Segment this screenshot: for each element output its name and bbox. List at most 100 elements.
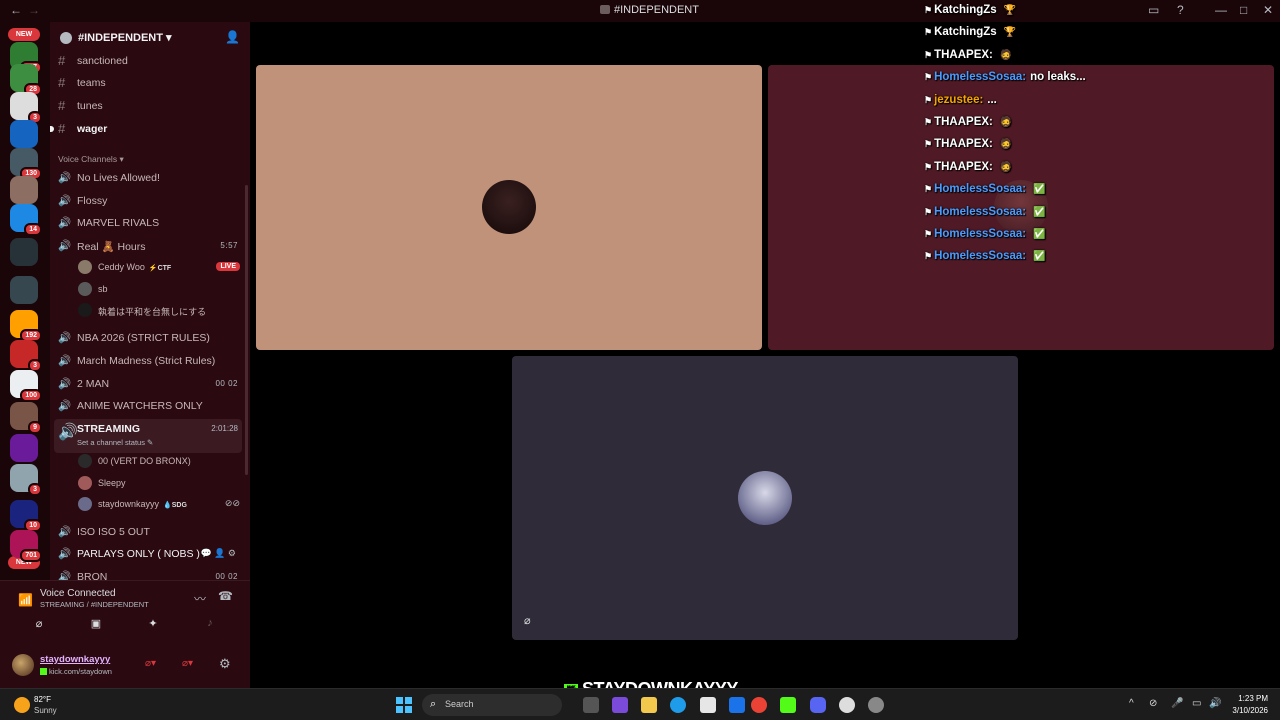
channel-teams[interactable]: # teams — [54, 73, 242, 93]
guild-header[interactable]: #INDEPENDENT ▾ 👤 — [50, 22, 250, 54]
chat-username[interactable]: HomelessSosaa: — [934, 71, 1026, 83]
voice-user[interactable]: Ceddy Woo ⚡CTF LIVE — [78, 257, 246, 277]
store-icon[interactable] — [700, 697, 716, 713]
gear-icon[interactable]: ⚙ — [219, 656, 231, 672]
maximize-icon[interactable]: □ — [1240, 3, 1247, 17]
chat-username[interactable]: HomelessSosaa: — [934, 250, 1026, 262]
channel-actions-icon[interactable]: 💬 👤 ⚙ — [201, 548, 236, 559]
channel-scrollbar[interactable] — [245, 185, 248, 475]
channel-wager[interactable]: # wager — [50, 119, 242, 139]
edge-icon[interactable] — [670, 697, 686, 713]
server-icon[interactable]: 130 — [10, 148, 42, 180]
avatar[interactable] — [12, 654, 34, 676]
server-icon[interactable]: 3 — [10, 464, 42, 496]
voice-channel[interactable]: 🔊 2 MAN 00 02 — [54, 374, 242, 394]
voice-user[interactable]: staydownkayyy 💧SDG ⊘⊘ — [78, 494, 246, 514]
voice-channel[interactable]: 🔊 PARLAYS ONLY ( NOBS ) 💬 👤 ⚙ — [54, 544, 242, 564]
server-icon[interactable]: 100 — [10, 370, 42, 402]
my-username[interactable]: staydownkayyy — [40, 654, 110, 665]
chevron-up-icon[interactable]: ^ — [1129, 698, 1134, 709]
voice-channels-header[interactable]: Voice Channels ▾ — [58, 154, 124, 165]
chat-username[interactable]: THAAPEX: — [934, 161, 993, 173]
disconnect-icon[interactable]: ☎ — [218, 589, 233, 603]
video-tile[interactable] — [256, 65, 762, 350]
kick-icon[interactable] — [780, 697, 796, 713]
video-tile[interactable]: ⌀ — [512, 356, 1018, 640]
server-icon[interactable] — [10, 434, 38, 462]
chat-username[interactable]: HomelessSosaa: — [934, 228, 1026, 240]
weather-sun-icon[interactable] — [14, 697, 30, 713]
voice-channel[interactable]: 🔊 Real 🧸 Hours 5:57 — [54, 236, 242, 256]
activities-icon[interactable]: ✦ — [145, 617, 161, 633]
file-explorer-icon[interactable] — [641, 697, 657, 713]
server-icon[interactable] — [10, 120, 38, 148]
server-icon[interactable]: 701 — [10, 530, 42, 562]
voice-user[interactable]: 00 (VERT DO BRONX) — [78, 451, 246, 471]
voice-user[interactable]: 執着は平和を台無しにする — [78, 300, 246, 320]
microphone-icon[interactable]: 🎤 — [1171, 698, 1183, 709]
invite-icon[interactable]: 👤 — [225, 30, 240, 44]
channel-status[interactable]: Set a channel status ✎ — [77, 438, 153, 447]
voice-channel[interactable]: 🔊 No Lives Allowed! — [54, 168, 242, 188]
channel-tunes[interactable]: # tunes — [54, 96, 242, 116]
noise-suppression-icon[interactable]: 〰 — [194, 590, 206, 607]
clock-date[interactable]: 3/10/2026 — [1222, 706, 1268, 715]
voice-channel[interactable]: 🔊 ANIME WATCHERS ONLY — [54, 396, 242, 416]
screen-share-icon[interactable]: ▣ — [88, 617, 104, 633]
chat-username[interactable]: HomelessSosaa: — [934, 206, 1026, 218]
discord-icon[interactable] — [810, 697, 826, 713]
chat-username[interactable]: THAAPEX: — [934, 116, 993, 128]
voice-channel-active[interactable]: 🔊 STREAMING 2:01:28 Set a channel status… — [54, 419, 242, 453]
server-icon[interactable]: 192 — [10, 310, 42, 342]
channel-sanctioned[interactable]: # sanctioned — [54, 51, 242, 71]
chat-username[interactable]: THAAPEX: — [934, 49, 993, 61]
voice-status-title[interactable]: Voice Connected — [40, 588, 116, 599]
weather-temp[interactable]: 82°F — [34, 695, 51, 704]
chrome-icon[interactable] — [751, 697, 767, 713]
windows-start-icon[interactable] — [396, 697, 412, 713]
camera-off-icon[interactable]: ⌀ — [31, 617, 47, 633]
mail-icon[interactable] — [729, 697, 745, 713]
server-icon[interactable]: 3 — [10, 92, 42, 124]
voice-channel[interactable]: 🔊 NBA 2026 (STRICT RULES) — [54, 328, 242, 348]
obs-icon[interactable] — [839, 697, 855, 713]
server-icon[interactable]: 9 — [10, 402, 42, 434]
clock-time[interactable]: 1:23 PM — [1222, 694, 1268, 703]
server-icon[interactable]: 10 — [10, 500, 42, 532]
voice-channel[interactable]: 🔊 ISO ISO 5 OUT — [54, 522, 242, 542]
headphones-deafened-icon[interactable]: ⌀▾ — [182, 658, 193, 669]
display-icon[interactable]: ▭ — [1192, 698, 1201, 709]
server-icon[interactable] — [10, 276, 38, 304]
chat-username[interactable]: HomelessSosaa: — [934, 183, 1026, 195]
guild-name[interactable]: #INDEPENDENT ▾ — [78, 31, 172, 44]
signal-icon[interactable]: 📶 — [18, 593, 33, 607]
server-icon[interactable]: 14 — [10, 204, 42, 236]
app-icon[interactable] — [612, 697, 628, 713]
weather-condition[interactable]: Sunny — [34, 706, 57, 715]
taskbar-search[interactable]: ⌕ Search — [422, 694, 562, 716]
forward-arrow-icon[interactable]: → — [28, 3, 40, 17]
voice-channel[interactable]: 🔊 Flossy — [54, 191, 242, 211]
chat-username[interactable]: jezustee: — [934, 94, 983, 106]
chat-username[interactable]: THAAPEX: — [934, 138, 993, 150]
back-arrow-icon[interactable]: ← — [10, 3, 22, 17]
voice-user[interactable]: Sleepy — [78, 473, 246, 493]
voice-channel[interactable]: 🔊 MARVEL RIVALS — [54, 213, 242, 233]
voice-channel[interactable]: 🔊 March Madness (Strict Rules) — [54, 351, 242, 371]
network-icon[interactable]: ⊘ — [1149, 698, 1157, 709]
soundboard-icon[interactable]: ♪ — [202, 617, 218, 633]
server-icon[interactable]: 3 — [10, 340, 42, 372]
video-off-icon[interactable]: ⌀ — [524, 614, 531, 627]
volume-icon[interactable]: 🔊 — [1209, 698, 1221, 709]
voice-user[interactable]: sb — [78, 279, 246, 299]
chat-username[interactable]: KatchingZs — [934, 26, 997, 38]
chat-username[interactable]: KatchingZs — [934, 4, 997, 16]
app-icon[interactable] — [868, 697, 884, 713]
server-icon[interactable] — [10, 176, 38, 204]
server-icon[interactable] — [10, 238, 38, 266]
mic-muted-icon[interactable]: ⌀▾ — [145, 658, 156, 669]
server-icon[interactable]: 28 — [10, 64, 42, 96]
task-view-icon[interactable] — [583, 697, 599, 713]
voice-channel[interactable]: 🔊 BRON 00 02 — [54, 567, 242, 580]
close-icon[interactable]: ✕ — [1263, 3, 1273, 17]
